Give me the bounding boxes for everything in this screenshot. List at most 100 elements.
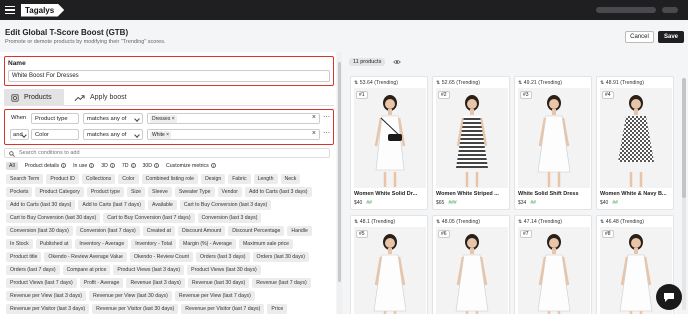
condition-tag[interactable]: Revenue per View (last 7 days) <box>174 291 255 301</box>
condition-tag[interactable]: Conversion (last 30 days) <box>6 226 73 236</box>
value-chip[interactable]: White × <box>150 131 172 139</box>
product-card[interactable]: ⇅ 49.21 (Trending) #3 White Solid Shift Dr… <box>514 76 592 210</box>
more-options-icon[interactable]: ⋯ <box>323 129 330 137</box>
condition-tag[interactable]: Sleeve <box>148 187 172 197</box>
scrollbar-thumb[interactable] <box>338 62 341 282</box>
product-card[interactable]: ⇅ 48.05 (Trending) #6 <box>432 215 510 314</box>
filter-product-details[interactable]: Product details i <box>25 163 67 169</box>
hamburger-menu-icon[interactable] <box>5 6 15 14</box>
condition-tag[interactable]: Cart to Buy Conversion (last 3 days) <box>179 200 272 210</box>
condition-tag[interactable]: Color <box>118 174 139 184</box>
condition-values-input[interactable]: Dresses × × <box>147 113 320 124</box>
condition-tag[interactable]: Length <box>253 174 278 184</box>
condition-tag[interactable]: Price <box>267 304 288 314</box>
clear-values-icon[interactable]: × <box>312 130 316 137</box>
condition-tag[interactable]: Cart to Buy Conversion (last 30 days) <box>6 213 101 223</box>
condition-tag[interactable]: Product Views (last 3 days) <box>113 265 185 275</box>
condition-tag[interactable]: Revenue (last 3 days) <box>126 278 185 288</box>
condition-operator-select[interactable]: matches any of <box>83 129 143 140</box>
scrollbar-thumb[interactable] <box>682 78 686 198</box>
product-card[interactable]: ⇅ 52.65 (Trending) #2 Women White Striped … <box>432 76 510 210</box>
condition-tag[interactable]: Conversion (last 7 days) <box>75 226 140 236</box>
condition-tag[interactable]: Inventory - Average <box>75 239 129 249</box>
condition-tag[interactable]: Orders (last 30 days) <box>252 252 309 262</box>
product-image[interactable]: #3 <box>518 88 590 188</box>
app-logo[interactable]: Tagalys <box>21 3 65 17</box>
condition-tag[interactable]: Collections <box>81 174 116 184</box>
condition-tag[interactable]: Size <box>126 187 146 197</box>
tab-apply-boost[interactable]: Apply boost <box>72 89 127 106</box>
filter-in-use[interactable]: In use i <box>73 163 95 169</box>
condition-joiner-select[interactable]: and <box>10 129 29 140</box>
right-scrollbar[interactable] <box>682 78 686 310</box>
condition-tag[interactable]: Revenue (last 7 days) <box>252 278 311 288</box>
condition-tag[interactable]: Revenue per View (last 3 days) <box>6 291 86 301</box>
account-name-redacted[interactable] <box>596 7 656 13</box>
cancel-button[interactable]: Cancel <box>625 31 654 43</box>
filter-3d[interactable]: 3D i <box>101 163 115 169</box>
condition-tag[interactable]: Compare at price <box>62 265 111 275</box>
condition-tag[interactable]: Handle <box>287 226 312 236</box>
condition-tag[interactable]: Orders (last 7 days) <box>6 265 60 275</box>
condition-tag[interactable]: Maximum sale price <box>238 239 294 249</box>
condition-tag[interactable]: Available <box>147 200 177 210</box>
search-input[interactable] <box>19 149 319 157</box>
condition-tag[interactable]: Published at <box>35 239 73 249</box>
condition-tag[interactable]: Product ID <box>46 174 79 184</box>
condition-tag[interactable]: Discount Amount <box>178 226 226 236</box>
condition-tag[interactable]: Okendo - Review Count <box>129 252 193 262</box>
condition-tag[interactable]: Neck <box>280 174 301 184</box>
product-card[interactable]: ⇅ 48.1 (Trending) #5 <box>350 215 428 314</box>
product-image[interactable]: #7 <box>518 227 590 314</box>
condition-tag[interactable]: Orders (last 3 days) <box>195 252 250 262</box>
condition-tag[interactable]: Design <box>201 174 226 184</box>
condition-tag[interactable]: Add to Carts (last 3 days) <box>245 187 312 197</box>
condition-values-input[interactable]: White × × <box>147 129 320 140</box>
condition-tag[interactable]: Discount Percentage <box>228 226 285 236</box>
condition-tag[interactable]: Product title <box>6 252 42 262</box>
condition-tag[interactable]: Revenue per Visitor (last 3 days) <box>6 304 90 314</box>
condition-tag[interactable]: In Stock <box>6 239 33 249</box>
filter-all[interactable]: All <box>6 162 18 170</box>
more-options-icon[interactable]: ⋯ <box>323 113 330 121</box>
product-card[interactable]: ⇅ 47.14 (Trending) #7 <box>514 215 592 314</box>
condition-tag[interactable]: Created at <box>142 226 175 236</box>
product-image[interactable]: #5 <box>354 227 426 314</box>
condition-field-select[interactable]: Color <box>31 129 79 140</box>
product-card[interactable]: ⇅ 53.64 (Trending) #1 Women White Solid Dr… <box>350 76 428 210</box>
filter-7d[interactable]: 7D i <box>122 163 136 169</box>
condition-tag[interactable]: Search Term <box>6 174 44 184</box>
condition-tag[interactable]: Fabric <box>228 174 251 184</box>
condition-tag[interactable]: Combined listing role <box>141 174 199 184</box>
condition-tag[interactable]: Product Category <box>35 187 84 197</box>
filter-customize-metrics[interactable]: Customize metrics i <box>166 163 216 169</box>
condition-tag[interactable]: Pockets <box>6 187 33 197</box>
product-card[interactable]: ⇅ 48.91 (Trending) #4 Women White & Navy B… <box>596 76 674 210</box>
value-chip[interactable]: Dresses × <box>150 115 177 123</box>
tab-products[interactable]: Products <box>4 89 64 106</box>
product-name[interactable]: Women White Solid Dr... <box>354 191 427 197</box>
condition-tag[interactable]: Revenue (last 30 days) <box>187 278 250 288</box>
filter-30d[interactable]: 30D i <box>143 163 160 169</box>
clear-values-icon[interactable]: × <box>312 114 316 121</box>
eye-icon[interactable] <box>393 59 402 65</box>
product-name[interactable]: White Solid Shift Dress <box>518 191 591 197</box>
condition-tag[interactable]: Revenue per Visitor (last 30 days) <box>92 304 179 314</box>
condition-tag[interactable]: Revenue per View (last 30 days) <box>89 291 172 301</box>
condition-tag[interactable]: Margin (%) - Average <box>179 239 236 249</box>
condition-tag[interactable]: Okendo - Review Average Value <box>44 252 127 262</box>
left-scrollbar[interactable] <box>337 52 342 314</box>
product-name[interactable]: Women White & Navy B... <box>600 191 673 197</box>
condition-tag[interactable]: Product Views (last 7 days) <box>6 278 77 288</box>
chat-button[interactable] <box>656 284 682 310</box>
product-name[interactable]: Women White Striped ... <box>436 191 509 197</box>
condition-field-select[interactable]: Product type <box>31 113 79 124</box>
save-button[interactable]: Save <box>658 31 684 43</box>
condition-tag[interactable]: Cart to Buy Conversion (last 7 days) <box>103 213 195 223</box>
product-image[interactable]: #4 <box>600 88 672 188</box>
condition-tag[interactable]: Vendor <box>217 187 242 197</box>
product-image[interactable]: #1 <box>354 88 426 188</box>
product-image[interactable]: #6 <box>436 227 508 314</box>
name-input[interactable]: White Boost For Dresses <box>8 70 330 82</box>
condition-tag[interactable]: Product Views (last 30 days) <box>187 265 261 275</box>
